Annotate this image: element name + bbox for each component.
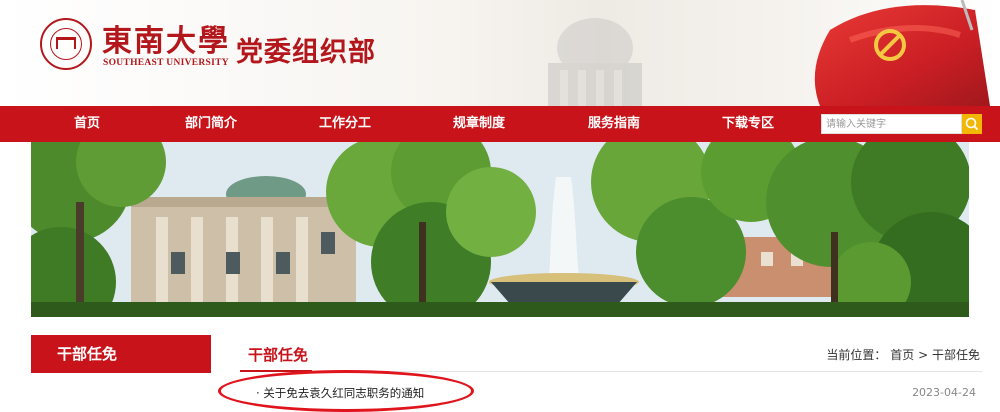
party-flag-image [814, 0, 990, 106]
breadcrumb: 当前位置： 首页 > 干部任免 [826, 346, 980, 363]
nav-item-service-guide[interactable]: 服务指南 [588, 106, 640, 142]
site-header: 東南大學 SOUTHEAST UNIVERSITY 党委组织部 [0, 0, 1000, 106]
campus-photo [31, 142, 969, 317]
campus-banner-image [31, 142, 969, 317]
nav-item-downloads[interactable]: 下载专区 [722, 106, 774, 142]
breadcrumb-home-link[interactable]: 首页 [890, 348, 914, 362]
university-seal-logo[interactable] [40, 18, 92, 70]
breadcrumb-separator: > [918, 348, 929, 362]
nav-item-home[interactable]: 首页 [74, 106, 100, 142]
seal-building-icon [56, 37, 76, 49]
auditorium-watermark-image [548, 18, 642, 106]
university-name-cn: 東南大學 [102, 24, 230, 59]
breadcrumb-current: 干部任免 [931, 348, 980, 362]
nav-item-about[interactable]: 部门简介 [185, 106, 237, 142]
search-button[interactable] [962, 114, 982, 134]
department-name: 党委组织部 [236, 37, 376, 68]
nav-item-duties[interactable]: 工作分工 [319, 106, 371, 142]
university-name-en: SOUTHEAST UNIVERSITY [103, 58, 229, 68]
nav-item-regulations[interactable]: 规章制度 [453, 106, 505, 142]
sidebar-title[interactable]: 干部任免 [31, 335, 211, 373]
news-item-date: 2023-04-24 [912, 386, 976, 399]
search-input[interactable] [821, 114, 962, 134]
search-icon [965, 117, 979, 131]
breadcrumb-prefix: 当前位置： [826, 348, 887, 362]
page-title: 干部任免 [248, 346, 309, 364]
highlight-annotation-ellipse [218, 370, 474, 412]
